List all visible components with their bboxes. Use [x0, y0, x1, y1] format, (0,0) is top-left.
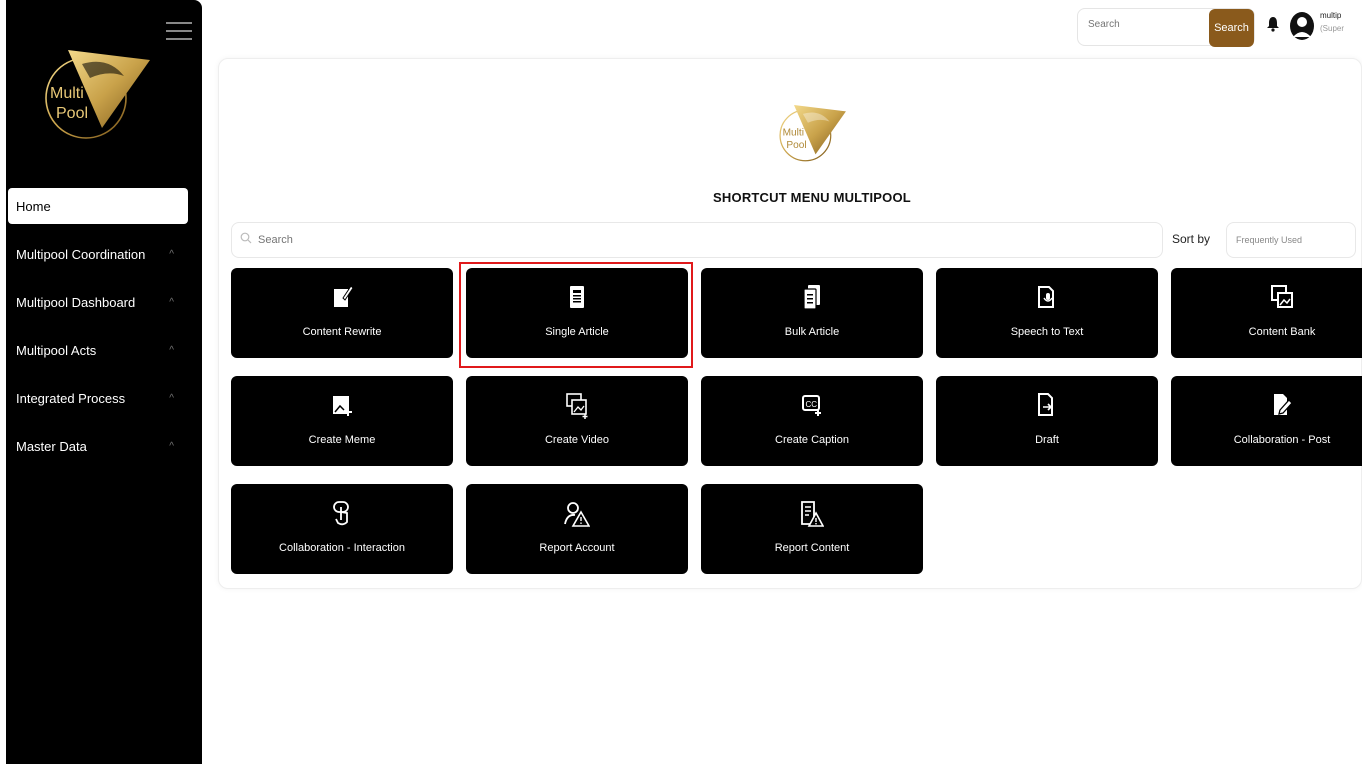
- card-label: Bulk Article: [784, 326, 840, 338]
- shortcut-search: [231, 222, 1163, 258]
- card-label: Collaboration - Post: [1233, 434, 1331, 446]
- bulk-article-icon: [803, 285, 820, 310]
- create-caption-icon: CC: [802, 395, 821, 416]
- sidebar-item-label: Home: [16, 198, 51, 214]
- shortcut-search-input[interactable]: [256, 233, 860, 247]
- avatar-icon[interactable]: [1289, 11, 1315, 41]
- card-label: Single Article: [545, 326, 609, 338]
- card-label: Report Content: [774, 542, 850, 554]
- card-single-article[interactable]: Single Article: [466, 268, 688, 358]
- card-content-rewrite[interactable]: Content Rewrite: [231, 268, 453, 358]
- svg-text:Multi: Multi: [50, 85, 84, 102]
- search-icon: [240, 232, 252, 244]
- sidebar-item-multipool-acts[interactable]: Multipool Acts ^: [6, 326, 202, 374]
- sidebar: Multi Pool Home Multipool Coordination ^…: [6, 0, 202, 764]
- multipool-logo: Multi Pool: [779, 105, 846, 162]
- multipool-logo: Multi Pool: [45, 50, 150, 139]
- svg-text:Pool: Pool: [56, 105, 88, 122]
- article-icon: [570, 286, 584, 308]
- draft-icon: [1038, 393, 1053, 416]
- chevron-up-icon[interactable]: ^: [169, 393, 174, 404]
- card-collaboration-interaction[interactable]: Collaboration - Interaction: [231, 484, 453, 574]
- sidebar-item-multipool-dashboard[interactable]: Multipool Dashboard ^: [6, 278, 202, 326]
- create-meme-icon: [333, 396, 352, 416]
- top-search-input[interactable]: [1086, 18, 1210, 31]
- report-account-icon: [564, 502, 590, 527]
- sidebar-item-home[interactable]: Home: [8, 188, 188, 224]
- card-label: Content Bank: [1248, 326, 1316, 338]
- report-content-icon: [801, 501, 824, 527]
- card-create-meme[interactable]: Create Meme: [231, 376, 453, 466]
- sidebar-item-label: Multipool Coordination: [16, 246, 146, 262]
- card-speech-to-text[interactable]: Speech to Text: [936, 268, 1158, 358]
- content-bank-icon: [1271, 285, 1293, 308]
- card-create-video[interactable]: Create Video: [466, 376, 688, 466]
- svg-text:Pool: Pool: [786, 140, 806, 151]
- collaboration-post-icon: [1274, 394, 1293, 415]
- card-label: Create Caption: [775, 434, 849, 446]
- card-create-caption[interactable]: CC Create Caption: [701, 376, 923, 466]
- page-title: SHORTCUT MENU MULTIPOOL: [713, 190, 911, 205]
- user-name: multip: [1320, 11, 1342, 20]
- chevron-up-icon[interactable]: ^: [169, 345, 174, 356]
- svg-text:CC: CC: [806, 400, 818, 409]
- sidebar-item-multipool-coordination[interactable]: Multipool Coordination ^: [6, 230, 202, 278]
- sidebar-item-label: Master Data: [16, 438, 87, 454]
- card-label: Content Rewrite: [302, 326, 382, 338]
- sort-label: Sort by: [1172, 232, 1211, 246]
- sidebar-item-master-data[interactable]: Master Data ^: [6, 422, 202, 470]
- sidebar-item-label: Multipool Dashboard: [16, 294, 136, 310]
- card-content-bank[interactable]: Content Bank: [1171, 268, 1362, 358]
- touch-icon: [333, 501, 349, 526]
- sidebar-item-integrated-process[interactable]: Integrated Process ^: [6, 374, 202, 422]
- sidebar-item-label: Integrated Process: [16, 390, 126, 406]
- chevron-up-icon[interactable]: ^: [169, 441, 174, 452]
- card-label: Speech to Text: [1010, 326, 1084, 338]
- sidebar-item-label: Multipool Acts: [16, 342, 97, 358]
- bell-icon[interactable]: [1266, 16, 1280, 32]
- sort-select[interactable]: Frequently Used: [1226, 222, 1356, 258]
- card-collaboration-post[interactable]: Collaboration - Post: [1171, 376, 1362, 466]
- card-draft[interactable]: Draft: [936, 376, 1158, 466]
- card-report-content[interactable]: Report Content: [701, 484, 923, 574]
- card-label: Draft: [1035, 434, 1059, 446]
- card-report-account[interactable]: Report Account: [466, 484, 688, 574]
- speech-to-text-icon: [1038, 286, 1054, 308]
- sidebar-nav: Home Multipool Coordination ^ Multipool …: [6, 188, 202, 470]
- user-role: (Super: [1320, 24, 1345, 33]
- top-search: Search: [1077, 8, 1255, 47]
- card-label: Report Account: [539, 542, 615, 554]
- card-label: Collaboration - Interaction: [279, 542, 405, 554]
- edit-document-icon: [334, 285, 353, 307]
- create-video-icon: [566, 393, 588, 419]
- chevron-up-icon[interactable]: ^: [169, 249, 174, 260]
- card-label: Create Meme: [308, 434, 376, 446]
- top-search-button[interactable]: Search: [1209, 9, 1254, 47]
- card-label: Create Video: [544, 434, 609, 446]
- hamburger-menu-icon[interactable]: [166, 22, 192, 46]
- card-bulk-article[interactable]: Bulk Article: [701, 268, 923, 358]
- chevron-up-icon[interactable]: ^: [169, 297, 174, 308]
- svg-text:Multi: Multi: [783, 127, 804, 138]
